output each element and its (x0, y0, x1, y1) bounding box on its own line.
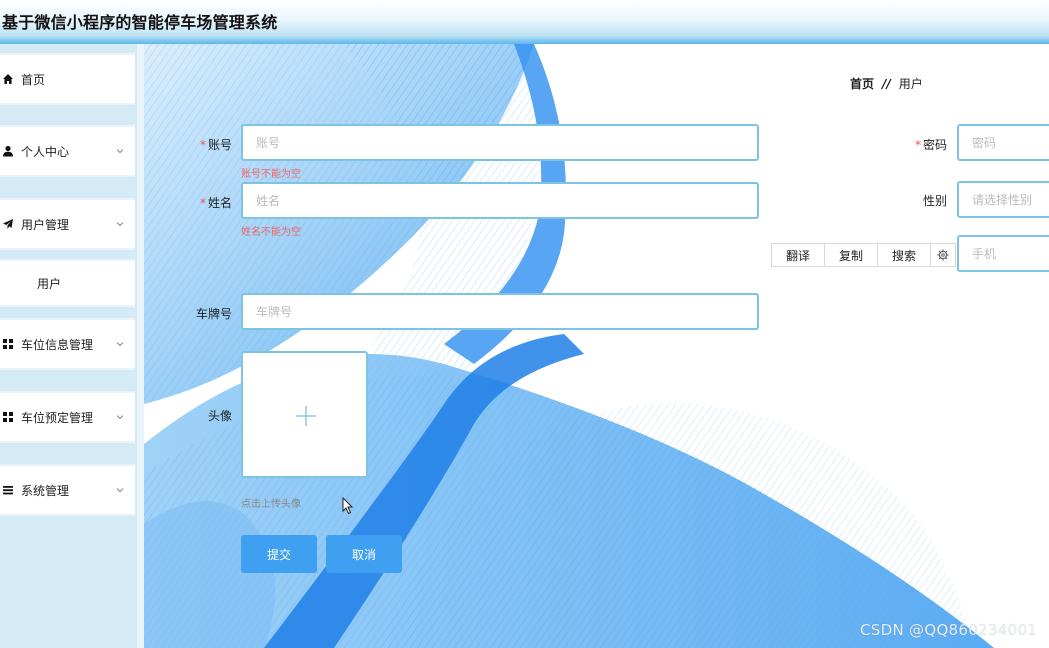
required-mark: * (914, 138, 921, 152)
account-error: 账号不能为空 (241, 169, 301, 180)
name-input[interactable] (241, 182, 759, 219)
search-button[interactable]: 搜索 (878, 244, 932, 266)
sidebar-item-home[interactable]: 首页 (0, 53, 135, 105)
list-icon (2, 484, 14, 496)
avatar-label: 头像 (207, 409, 232, 423)
cancel-button[interactable]: 取消 (326, 535, 402, 573)
translate-popup: 翻译 复制 搜索 (771, 243, 957, 267)
required-mark: * (199, 196, 206, 210)
main-content: 首页 // 用户 *账号 账号不能为空 *密码 *姓名 姓名不能为空 性别 翻译… (144, 44, 1049, 648)
name-error: 姓名不能为空 (241, 227, 301, 238)
settings-button[interactable] (931, 244, 955, 266)
sidebar-item-label: 首页 (21, 72, 46, 87)
person-icon (2, 145, 14, 157)
sidebar-subitem-user[interactable]: 用户 (0, 259, 135, 307)
chevron-down-icon (116, 488, 124, 493)
breadcrumb-current: 用户 (898, 77, 923, 91)
chevron-down-icon (116, 415, 124, 420)
sidebar-item-label: 个人中心 (21, 144, 70, 159)
app-title: 基于微信小程序的智能停车场管理系统 (2, 13, 278, 32)
password-input[interactable] (957, 124, 1049, 161)
top-header: 基于微信小程序的智能停车场管理系统 (0, 0, 1049, 44)
plate-label: 车牌号 (195, 307, 232, 321)
avatar-upload[interactable] (241, 351, 368, 478)
required-mark: * (199, 138, 206, 152)
sidebar-item-label: 车位预定管理 (21, 410, 94, 425)
sidebar-item-label: 用户管理 (21, 217, 70, 232)
name-label: * 姓名 (199, 196, 232, 210)
gear-icon (937, 249, 949, 261)
submit-button[interactable]: 提交 (241, 535, 317, 573)
sidebar-item-label: 系统管理 (21, 483, 70, 498)
plate-input[interactable] (241, 293, 759, 330)
avatar-upload-hint: 点击上传头像 (241, 499, 301, 510)
gender-label: 性别 (922, 194, 947, 208)
plus-icon (296, 406, 316, 426)
copy-button[interactable]: 复制 (825, 244, 879, 266)
password-label: * 密码 (914, 138, 947, 152)
sidebar-item-parking-info[interactable]: 车位信息管理 (0, 318, 135, 370)
sidebar: 首页 个人中心 用户管理 用户 车位信息管理 车位预定管理 系统管理 (0, 44, 137, 648)
breadcrumb-separator: // (882, 76, 891, 91)
send-icon (2, 218, 14, 230)
chevron-down-icon (116, 342, 124, 347)
translate-button[interactable]: 翻译 (772, 244, 826, 266)
chevron-down-icon (116, 222, 124, 227)
sidebar-item-label: 用户 (37, 276, 62, 291)
breadcrumb: 首页 // 用户 (850, 75, 923, 92)
grid-icon (2, 338, 14, 350)
watermark: CSDN @QQ860234001 (860, 621, 1038, 639)
gender-select[interactable] (957, 181, 1049, 218)
mouse-cursor-icon (342, 497, 354, 515)
grid-icon (2, 411, 14, 423)
phone-input[interactable] (957, 235, 1049, 272)
sidebar-item-personal-center[interactable]: 个人中心 (0, 125, 135, 177)
chevron-down-icon (116, 149, 124, 154)
account-input[interactable] (241, 124, 759, 161)
sidebar-item-user-management[interactable]: 用户管理 (0, 198, 135, 250)
sidebar-item-parking-reservation[interactable]: 车位预定管理 (0, 391, 135, 443)
home-icon (2, 73, 14, 85)
sidebar-item-system-management[interactable]: 系统管理 (0, 464, 135, 516)
sidebar-item-label: 车位信息管理 (21, 337, 94, 352)
account-label: * 账号 (199, 138, 232, 152)
breadcrumb-home[interactable]: 首页 (850, 75, 874, 92)
